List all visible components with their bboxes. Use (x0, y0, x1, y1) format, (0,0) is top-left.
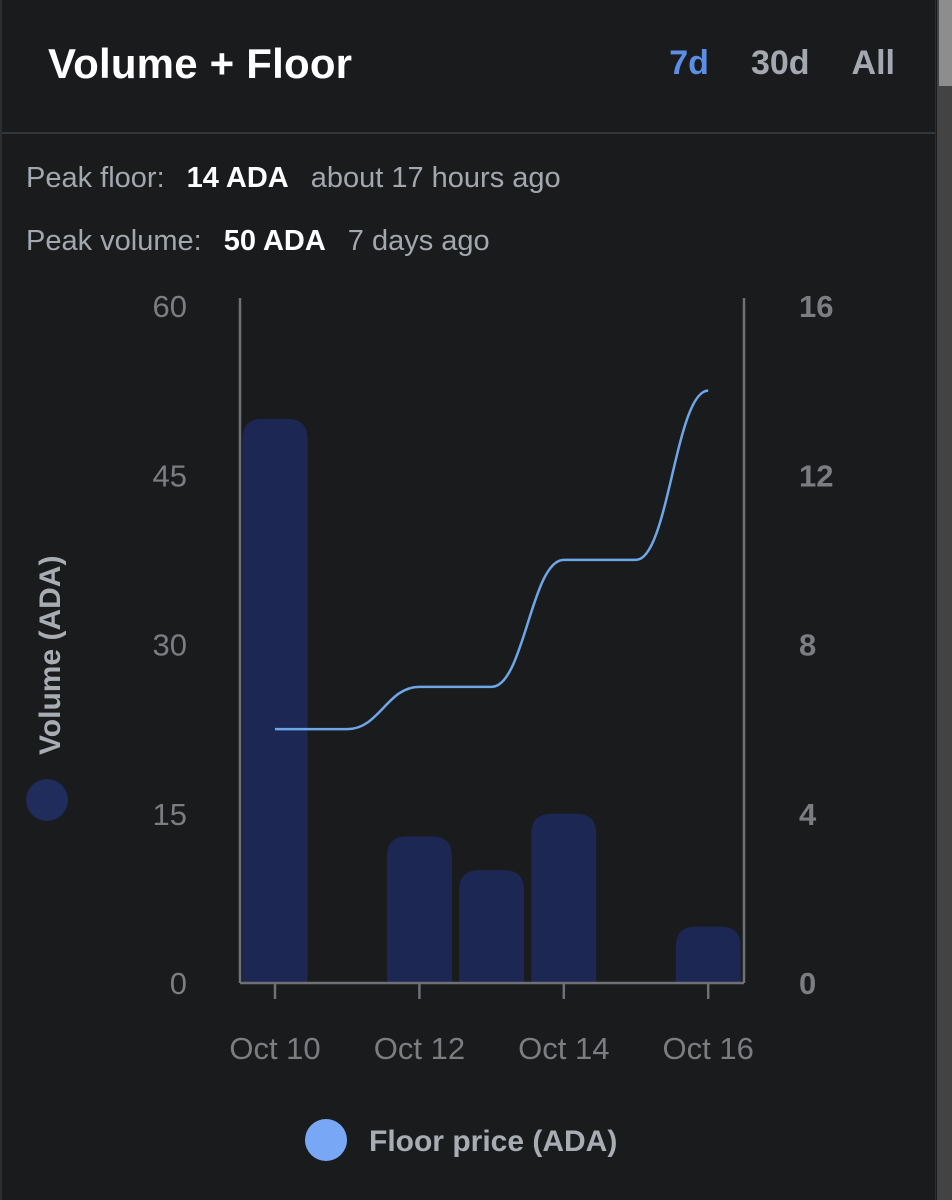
y-tick-label: 60 (153, 289, 187, 324)
y2-tick-label: 0 (799, 966, 816, 1001)
x-tick-label: Oct 10 (229, 1031, 320, 1066)
y2-tick-label: 16 (799, 289, 833, 324)
legend-volume-label[interactable]: Volume (ADA) (34, 556, 67, 755)
volume-floor-chart: 015304560 0481216 Oct 10 Oct 12 Oct 14 Oct … (26, 289, 833, 1161)
y-tick-label: 30 (153, 628, 187, 663)
y-tick-label: 45 (153, 458, 187, 493)
y2-axis-ticks: 0 4 8 12 16 (799, 289, 833, 1001)
volume-bar[interactable] (459, 870, 525, 983)
x-tick-label: Oct 16 (663, 1031, 754, 1066)
floor-price-line (274, 389, 709, 731)
y2-tick-label: 12 (799, 458, 833, 493)
y-tick-label: 15 (153, 797, 187, 832)
legend-volume-swatch-icon[interactable] (26, 779, 68, 821)
y-tick-label: 0 (170, 966, 187, 1001)
y-axis-ticks: 0 15 30 45 60 (153, 289, 187, 1001)
chart-panel: Volume + Floor 7d 30d All Peak floor: 14… (0, 0, 936, 1200)
x-axis-ticks: Oct 10 Oct 12 Oct 14 Oct 16 (229, 983, 754, 1066)
legend-floor-label[interactable]: Floor price (ADA) (369, 1125, 617, 1158)
y2-tick-label: 4 (799, 797, 817, 832)
scrollbar-thumb[interactable] (939, 0, 952, 86)
volume-bar[interactable] (386, 836, 452, 983)
y2-tick-label: 8 (799, 628, 816, 663)
volume-bar[interactable] (242, 418, 308, 983)
volume-bar[interactable] (675, 926, 741, 983)
volume-bar[interactable] (531, 813, 597, 983)
legend-floor-swatch-icon[interactable] (305, 1119, 347, 1161)
x-tick-label: Oct 14 (518, 1031, 609, 1066)
x-tick-label: Oct 12 (374, 1031, 465, 1066)
scrollbar[interactable] (937, 0, 952, 1200)
